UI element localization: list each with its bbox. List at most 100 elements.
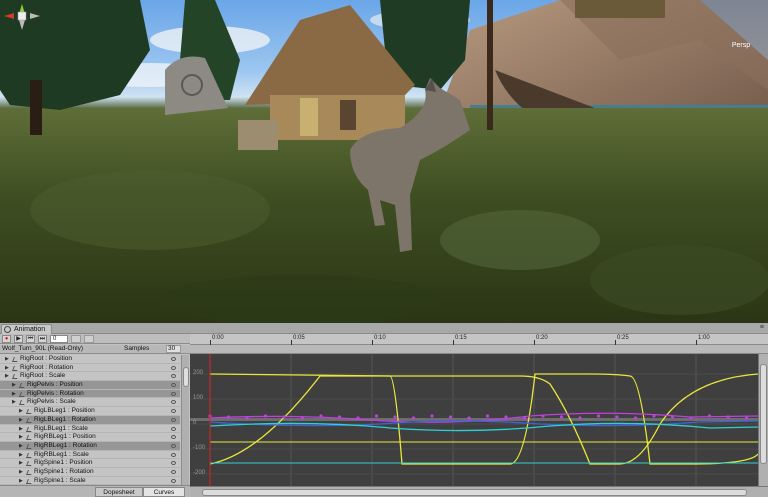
- property-row[interactable]: ▶ RigPelvis : Scale: [0, 398, 180, 408]
- visibility-toggle-icon[interactable]: [171, 409, 176, 414]
- visibility-toggle-icon[interactable]: [171, 383, 176, 388]
- samples-input[interactable]: 30: [166, 345, 181, 353]
- expand-arrow-icon[interactable]: ▶: [19, 425, 23, 434]
- scene-viewport[interactable]: Persp: [0, 0, 768, 323]
- clip-dropdown[interactable]: Wolf_Turn_90L (Read-Only): [2, 345, 83, 353]
- property-row[interactable]: ▶ RigRoot : Rotation: [0, 364, 180, 373]
- next-keyframe-button[interactable]: ⏭: [38, 334, 47, 343]
- event-track[interactable]: [190, 345, 768, 354]
- keyframe-dot: [263, 414, 268, 418]
- expand-arrow-icon[interactable]: ▶: [19, 433, 23, 442]
- keyframe-dot: [245, 416, 249, 420]
- property-label: RigSpine1 : Scale: [34, 476, 86, 484]
- transform-icon: [26, 435, 33, 441]
- curve-horizontal-scroll-thumb[interactable]: [202, 489, 747, 496]
- property-label: RigPelvis : Rotation: [27, 389, 84, 397]
- expand-arrow-icon[interactable]: ▶: [19, 407, 23, 416]
- property-row[interactable]: ▶ RigLBLeg1 : Position: [0, 407, 180, 416]
- tab-dopesheet[interactable]: Dopesheet: [95, 487, 143, 497]
- play-button[interactable]: ▶: [14, 334, 23, 343]
- visibility-toggle-icon[interactable]: [171, 391, 176, 396]
- transform-icon: [19, 400, 26, 406]
- expand-arrow-icon[interactable]: ▶: [5, 372, 9, 381]
- visibility-toggle-icon[interactable]: [171, 478, 176, 483]
- view-mode-tabs: Dopesheet Curves: [0, 485, 190, 497]
- expand-arrow-icon[interactable]: ▶: [19, 459, 23, 468]
- curve-editor[interactable]: 200 100 0 -100 -200: [190, 354, 759, 486]
- expand-arrow-icon[interactable]: ▶: [12, 390, 16, 399]
- transform-icon: [12, 357, 19, 362]
- value-axis-label: 100: [193, 395, 204, 401]
- visibility-toggle-icon[interactable]: [171, 400, 176, 405]
- property-row[interactable]: ▶ RigRBLeg1 : Scale: [0, 451, 180, 460]
- property-label: RigRBLeg1 : Scale: [34, 450, 89, 458]
- property-list-scrollbar[interactable]: [181, 355, 189, 485]
- visibility-toggle-icon[interactable]: [171, 357, 176, 361]
- expand-arrow-icon[interactable]: ▶: [5, 355, 9, 364]
- curve-vertical-scrollbar[interactable]: [758, 354, 768, 486]
- record-button[interactable]: ●: [2, 334, 11, 343]
- visibility-toggle-icon[interactable]: [171, 469, 176, 474]
- transform-icon: [26, 478, 33, 484]
- keyframe-dot: [356, 416, 360, 420]
- expand-arrow-icon[interactable]: ▶: [19, 416, 23, 425]
- orientation-gizmo-icon[interactable]: [0, 0, 44, 40]
- timeline-tick-label: 1:00: [698, 335, 710, 341]
- visibility-toggle-icon[interactable]: [171, 417, 176, 422]
- property-row[interactable]: ▶ RigRBLeg1 : Position: [0, 433, 180, 442]
- animation-toolbar: ● ▶ ⏮ ⏭ 0: [0, 334, 190, 344]
- property-row[interactable]: ▶ RigSpine1 : Scale: [0, 477, 180, 485]
- property-row[interactable]: ▶ RigRoot : Position: [0, 355, 180, 364]
- add-keyframe-button[interactable]: [71, 334, 81, 343]
- property-label: RigSpine1 : Position: [34, 459, 93, 467]
- keyframe-dot: [670, 415, 675, 419]
- timeline-tick-label: 0:25: [617, 335, 629, 341]
- prev-keyframe-button[interactable]: ⏮: [26, 334, 35, 343]
- property-row[interactable]: ▶ RigRoot : Scale: [0, 372, 180, 382]
- visibility-toggle-icon[interactable]: [171, 426, 176, 431]
- animation-tab[interactable]: Animation: [1, 324, 53, 334]
- curve-horizontal-scrollbar[interactable]: [190, 486, 768, 497]
- expand-arrow-icon[interactable]: ▶: [12, 398, 16, 407]
- property-row[interactable]: ▶ RigPelvis : Rotation: [0, 389, 180, 399]
- property-row[interactable]: ▶ RigSpine1 : Rotation: [0, 468, 180, 477]
- property-row[interactable]: ▶ RigLBLeg1 : Scale: [0, 425, 180, 434]
- property-label: RigSpine1 : Rotation: [34, 467, 94, 475]
- window-menu-icon[interactable]: ≡: [760, 324, 764, 331]
- expand-arrow-icon[interactable]: ▶: [12, 381, 16, 390]
- curve-vertical-scroll-thumb[interactable]: [760, 364, 767, 464]
- keyframe-dot: [226, 415, 231, 419]
- expand-arrow-icon[interactable]: ▶: [19, 451, 23, 460]
- expand-arrow-icon[interactable]: ▶: [19, 468, 23, 477]
- property-row[interactable]: ▶ RigPelvis : Position: [0, 381, 180, 390]
- timeline-tick-label: 0:10: [374, 335, 386, 341]
- curve-graph[interactable]: [190, 354, 759, 486]
- visibility-toggle-icon[interactable]: [171, 452, 176, 457]
- property-label: RigRoot : Scale: [20, 372, 66, 380]
- property-label: RigLBLeg1 : Rotation: [34, 415, 96, 423]
- frame-input[interactable]: 0: [50, 334, 68, 343]
- keyframe-dot: [726, 415, 730, 419]
- expand-arrow-icon[interactable]: ▶: [19, 477, 23, 485]
- transform-icon: [26, 409, 33, 415]
- timeline-tick-label: 0:15: [455, 335, 467, 341]
- timeline-ruler[interactable]: 0:00 0:05 0:10 0:15 0:20 0:25 1:00: [190, 334, 768, 345]
- property-label: RigRBLeg1 : Rotation: [34, 441, 97, 449]
- property-list-scroll-thumb[interactable]: [183, 367, 189, 387]
- property-label: RigPelvis : Scale: [27, 398, 76, 406]
- add-event-button[interactable]: [84, 334, 94, 343]
- visibility-toggle-icon[interactable]: [171, 435, 176, 440]
- property-row[interactable]: ▶ RigLBLeg1 : Rotation: [0, 415, 180, 425]
- expand-arrow-icon[interactable]: ▶: [5, 364, 9, 373]
- visibility-toggle-icon[interactable]: [171, 374, 176, 379]
- property-row[interactable]: ▶ RigRBLeg1 : Rotation: [0, 441, 180, 451]
- projection-label[interactable]: Persp: [724, 42, 758, 49]
- visibility-toggle-icon[interactable]: [171, 443, 176, 448]
- visibility-toggle-icon[interactable]: [171, 365, 176, 370]
- visibility-toggle-icon[interactable]: [171, 461, 176, 466]
- property-row[interactable]: ▶ RigSpine1 : Position: [0, 459, 180, 468]
- keyframe-dot: [393, 415, 397, 419]
- tab-curves[interactable]: Curves: [143, 487, 185, 497]
- keyframe-dot: [300, 416, 305, 420]
- expand-arrow-icon[interactable]: ▶: [19, 442, 23, 451]
